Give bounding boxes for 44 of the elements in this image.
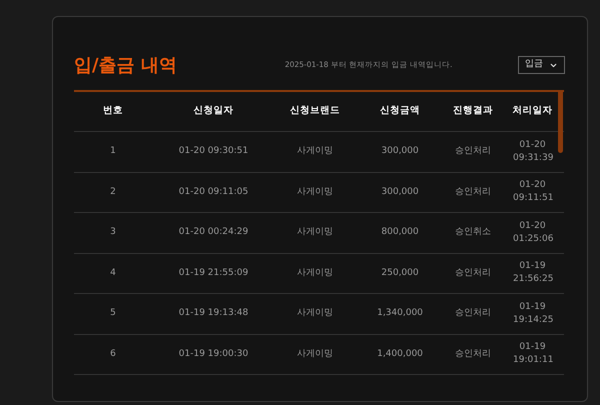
column-header: 신청금액 <box>379 104 421 118</box>
table-cell-text: 승인처리 <box>454 348 492 361</box>
table-cell-text: 6 <box>109 348 117 361</box>
column-header: 신청브랜드 <box>289 104 341 118</box>
column-header: 처리일자 <box>512 104 554 118</box>
table-cell-text: 800,000 <box>380 226 420 240</box>
table-cell-text: 승인처리 <box>454 145 492 158</box>
table-cell-text: 2 <box>109 186 117 199</box>
column-header: 신청일자 <box>192 104 234 118</box>
table-cell-text: 01-20 00:24:29 <box>178 226 250 240</box>
table-cell-text: 4 <box>109 266 117 280</box>
table-cell-text: 01-19 19:13:48 <box>178 307 250 320</box>
table-cell-text: 3 <box>109 226 117 240</box>
table-cell-text: 01-20 09:11:51 <box>512 179 554 206</box>
table-cell-text: 01-19 21:55:09 <box>178 266 250 280</box>
table-cell-text: 승인처리 <box>454 186 492 199</box>
table-cell-text: 승인취소 <box>454 226 492 240</box>
table-cell-text: 01-19 19:01:11 <box>512 341 554 368</box>
table-cell-text: 승인처리 <box>454 307 492 320</box>
filter-dropdown[interactable]: 입금 <box>518 56 565 74</box>
table-cell-text: 사게이밍 <box>296 307 334 320</box>
table-cell-text: 5 <box>109 307 117 320</box>
table-cell-text: 사게이밍 <box>296 348 334 361</box>
table-cell-text: 사게이밍 <box>296 226 334 240</box>
column-header: 번호 <box>102 104 124 118</box>
table-cell-text: 300,000 <box>380 186 420 199</box>
table-cell-text: 승인처리 <box>454 266 492 280</box>
table-cell-text: 사게이밍 <box>296 266 334 280</box>
table-cell-text: 01-20 01:25:06 <box>512 220 554 246</box>
table-cell-text: 1,400,000 <box>376 348 424 361</box>
table-cell-text: 1,340,000 <box>376 307 424 320</box>
column-header: 진행결과 <box>452 104 494 118</box>
table-cell-text: 1 <box>109 145 117 158</box>
table-cell-text: 사게이밍 <box>296 145 334 158</box>
table-cell-text: 01-19 19:14:25 <box>512 300 554 327</box>
page-title: 입/출금 내역 <box>74 54 177 78</box>
table-cell-text: 300,000 <box>380 145 420 158</box>
table-cell-text: 01-20 09:11:05 <box>178 186 250 199</box>
table-cell-text: 01-20 09:30:51 <box>178 145 250 158</box>
table-cell-text: 01-19 19:00:30 <box>178 348 250 361</box>
table-cell-text: 사게이밍 <box>296 186 334 199</box>
table-cell-text: 250,000 <box>380 266 420 280</box>
table-cell-text: 01-19 21:56:25 <box>512 260 554 286</box>
table-cell-text: 01-20 09:31:39 <box>512 138 554 165</box>
